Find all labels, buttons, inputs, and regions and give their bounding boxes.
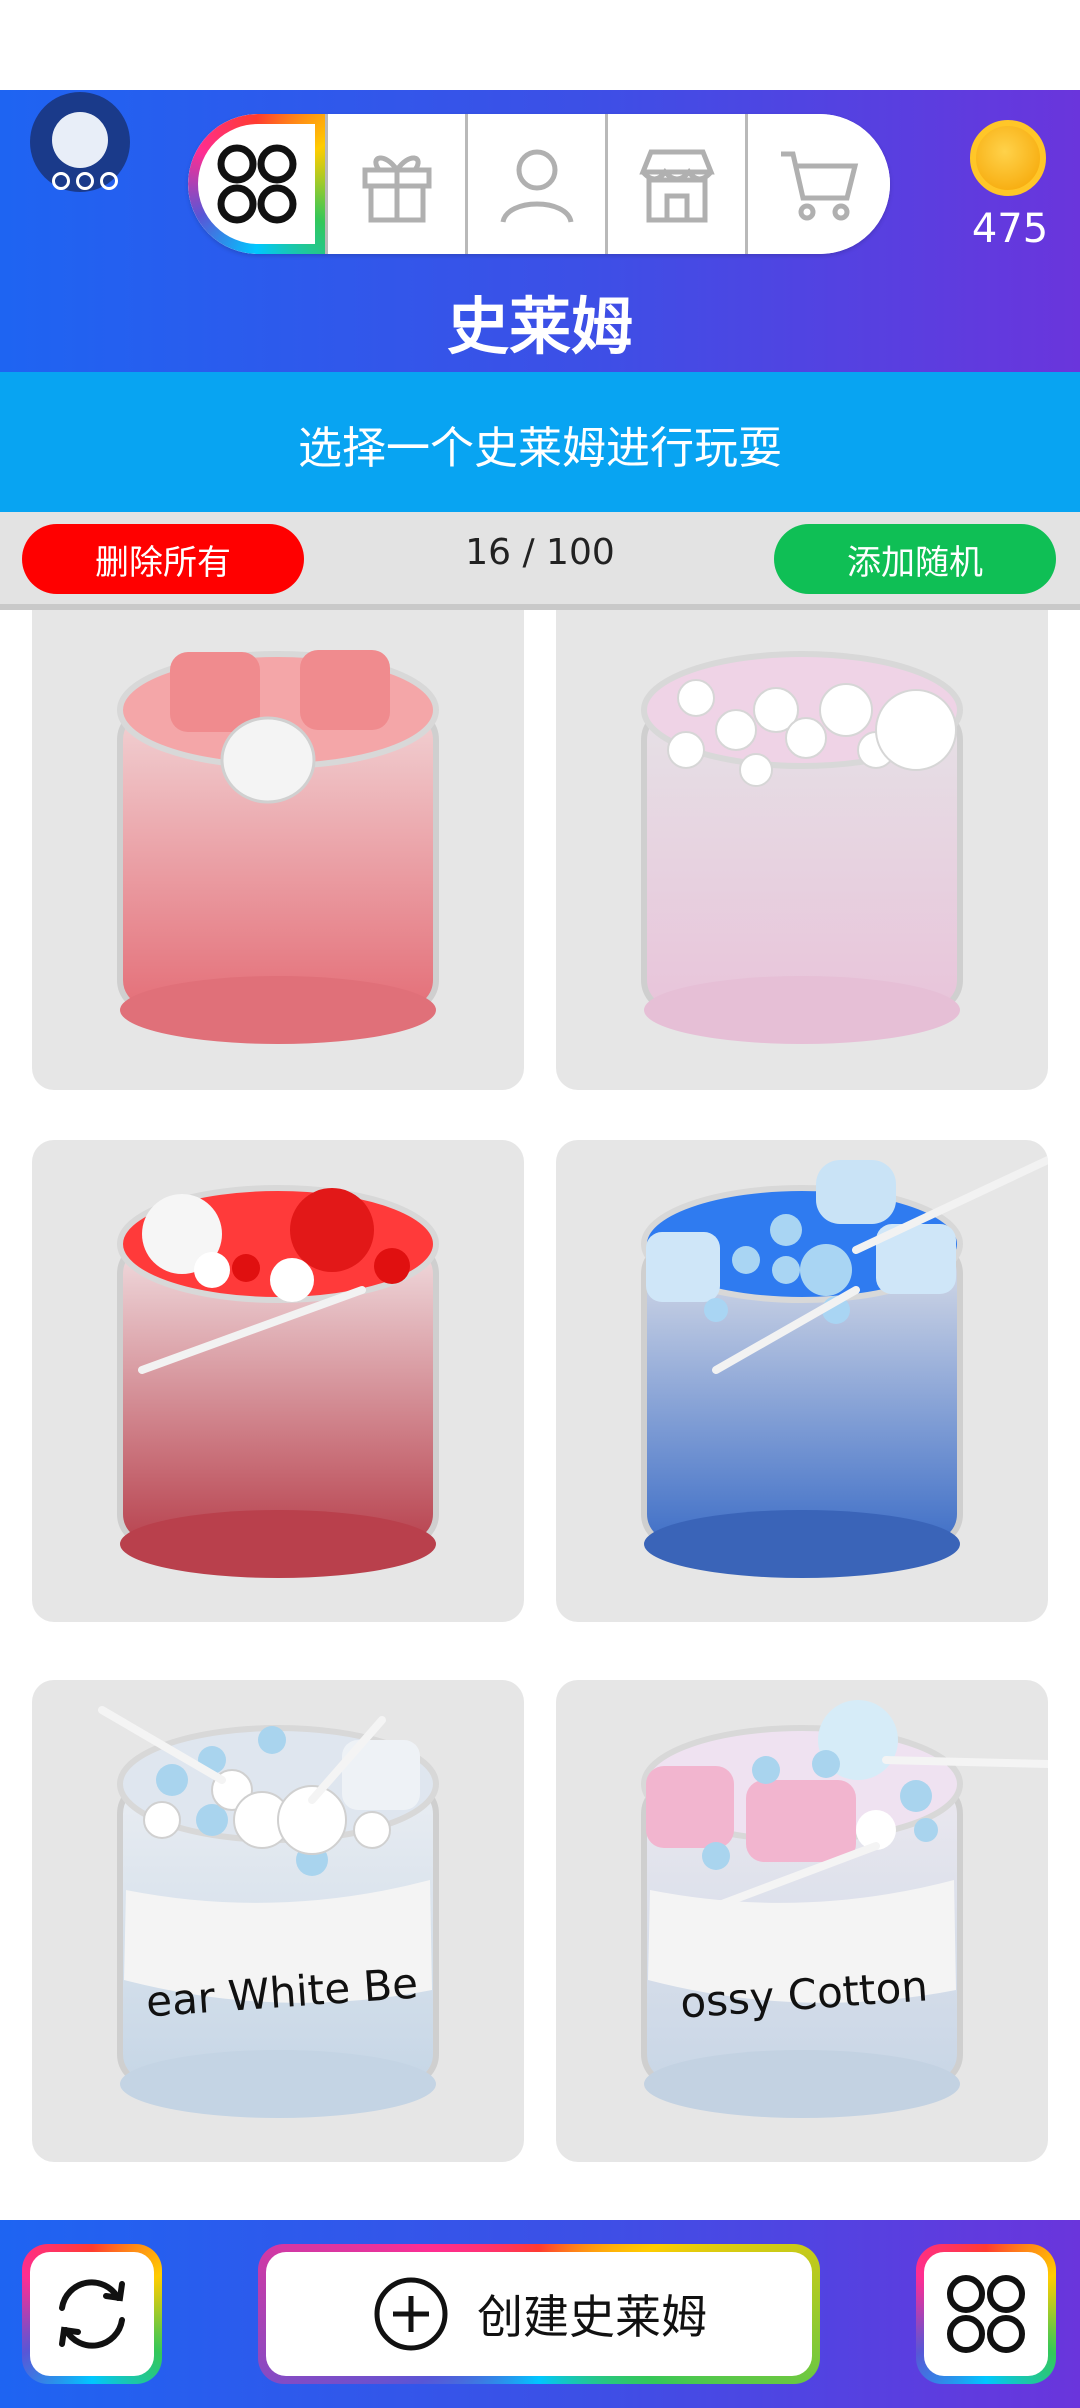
page-title: 史莱姆 xyxy=(446,290,633,363)
avatar-face xyxy=(52,112,108,168)
add-random-button[interactable]: 添加随机 xyxy=(774,524,1056,594)
nav-gift[interactable] xyxy=(328,114,468,254)
refresh-button[interactable] xyxy=(22,2244,162,2384)
shop-icon xyxy=(638,149,715,223)
gift-icon xyxy=(362,155,431,223)
slime-card-1[interactable] xyxy=(32,610,524,1090)
slime-jar-image xyxy=(98,1706,439,2118)
slime-jar-image xyxy=(641,1700,1048,2118)
nav-grid[interactable] xyxy=(188,114,328,254)
avatar-dots xyxy=(52,172,118,190)
coin-count: 475 xyxy=(971,206,1049,252)
slime-card-3[interactable] xyxy=(32,1140,524,1622)
refresh-icon xyxy=(59,2279,125,2349)
delete-all-button[interactable]: 删除所有 xyxy=(22,524,304,594)
top-nav xyxy=(188,114,890,254)
slime-jar-image xyxy=(641,651,963,1044)
cart-icon xyxy=(781,151,859,221)
grid-icon xyxy=(217,144,296,224)
create-slime-button[interactable]: 创建史莱姆 xyxy=(258,2244,820,2384)
nav-shop[interactable] xyxy=(608,114,748,254)
nav-cart[interactable] xyxy=(748,114,890,254)
slime-jar-image xyxy=(117,1185,439,1578)
create-slime-label: 创建史莱姆 xyxy=(477,2290,707,2344)
slime-jar-image xyxy=(117,650,439,1044)
slime-card-4[interactable] xyxy=(556,1140,1048,1622)
slime-jar-image xyxy=(641,1156,1048,1578)
slime-card-5[interactable]: ear White Be xyxy=(32,1680,524,2162)
plus-circle-icon xyxy=(374,2277,448,2351)
user-icon xyxy=(500,149,573,223)
grid-icon xyxy=(947,2275,1025,2353)
slime-card-6[interactable]: ossy Cotton xyxy=(556,1680,1048,2162)
slime-counter: 16 / 100 xyxy=(465,532,615,573)
coin-icon xyxy=(970,120,1046,196)
slime-card-2[interactable] xyxy=(556,610,1048,1090)
subtitle-text: 选择一个史莱姆进行玩耍 xyxy=(298,423,782,474)
nav-profile[interactable] xyxy=(468,114,608,254)
grid-view-button[interactable] xyxy=(916,2244,1056,2384)
